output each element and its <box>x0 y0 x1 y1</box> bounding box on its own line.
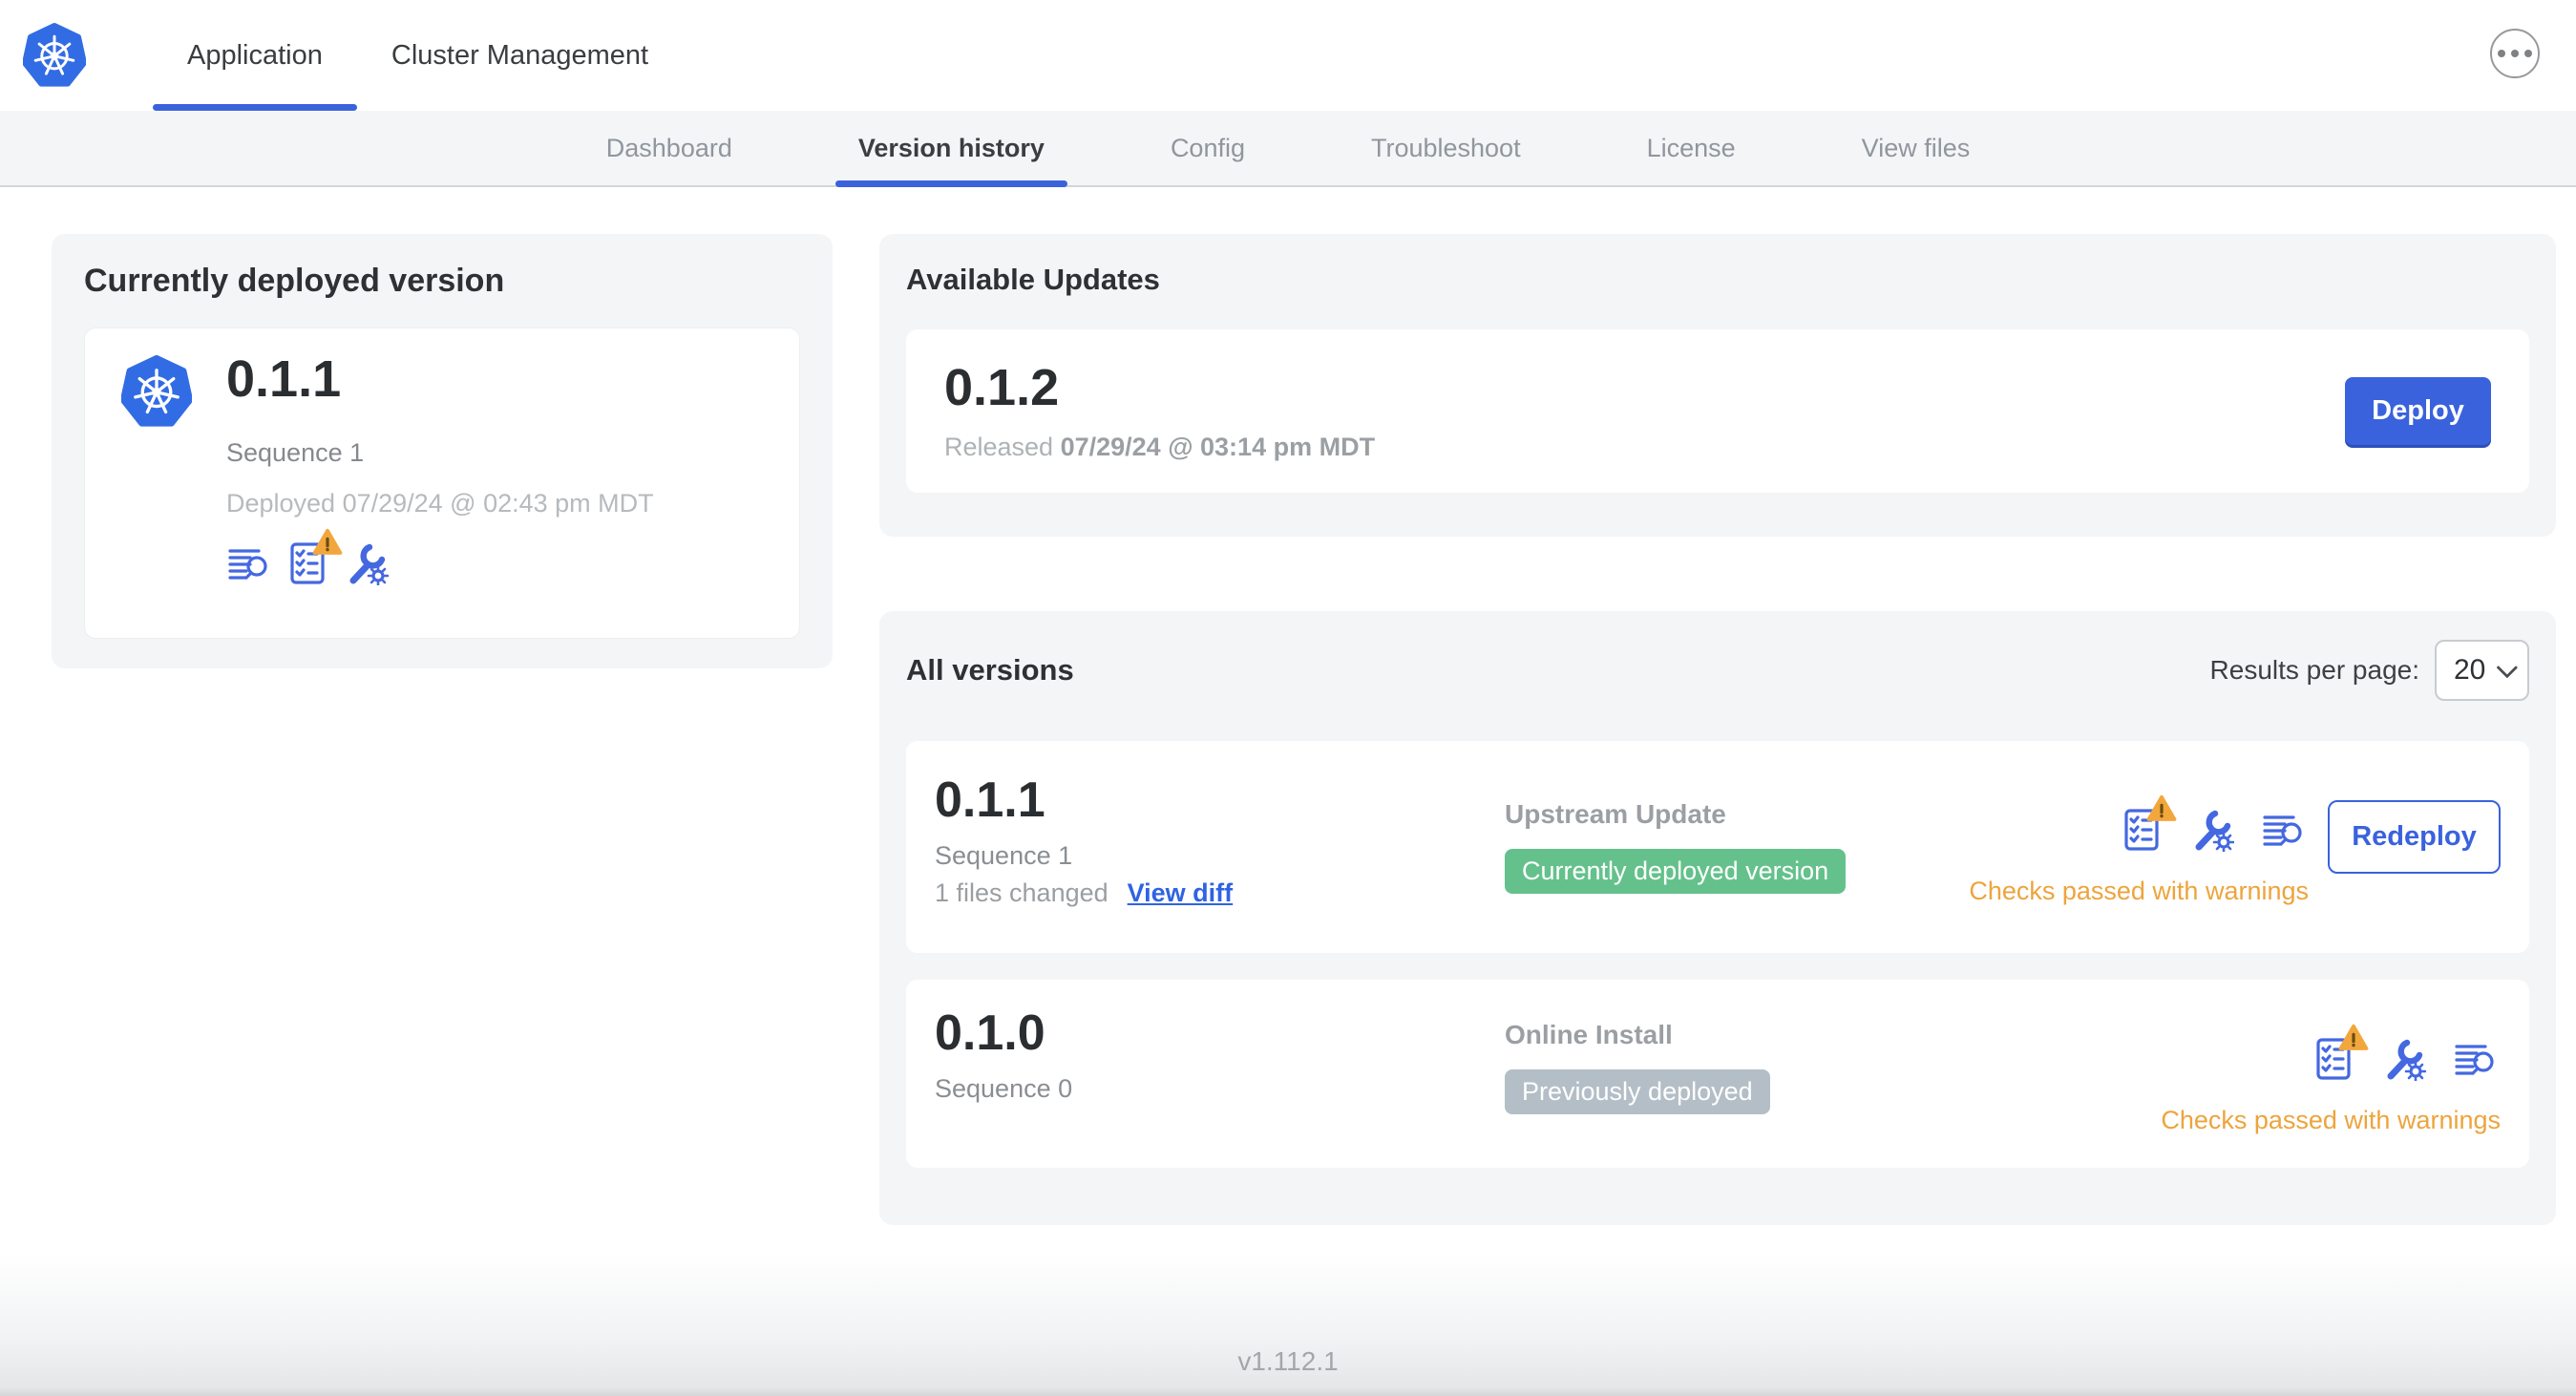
version-row-0-1-0: 0.1.0 Sequence 0 Online Install Previous… <box>906 980 2529 1168</box>
kubernetes-app-icon <box>121 354 192 427</box>
row-version-number: 0.1.1 <box>935 772 1045 828</box>
top-bar: Application Cluster Management <box>0 0 2576 111</box>
chevron-down-icon <box>2496 656 2519 679</box>
update-version-number: 0.1.2 <box>944 359 1060 417</box>
deployed-version-tile: 0.1.1 Sequence 1 Deployed 07/29/24 @ 02:… <box>84 328 800 639</box>
config-icon[interactable] <box>345 541 389 586</box>
warning-triangle-icon <box>2338 1024 2369 1050</box>
console-version: v1.112.1 <box>1237 1346 1339 1376</box>
files-changed-label: 1 files changed <box>935 878 1109 908</box>
all-versions-card: All versions Results per page: 20 0.1.1 … <box>879 611 2556 1225</box>
version-row-0-1-1: 0.1.1 Sequence 1 1 files changed View di… <box>906 741 2529 953</box>
release-notes-icon[interactable] <box>2261 808 2305 852</box>
overflow-menu-button[interactable] <box>2490 29 2540 78</box>
warning-triangle-icon <box>312 529 343 556</box>
view-diff-link[interactable]: View diff <box>1128 878 1234 908</box>
main-content: Currently deployed version 0.1.1 Sequenc… <box>0 187 2576 1225</box>
config-icon[interactable] <box>2190 808 2234 852</box>
update-released-line: Released 07/29/24 @ 03:14 pm MDT <box>944 432 1376 461</box>
preflight-checks-warning-icon[interactable] <box>2120 794 2177 852</box>
subnav-tab-dashboard[interactable]: Dashboard <box>543 111 795 185</box>
warning-triangle-icon <box>2146 794 2177 821</box>
available-updates-title: Available Updates <box>906 263 1160 296</box>
tab-application-label: Application <box>187 39 323 71</box>
row-sequence: Sequence 1 <box>935 841 1073 871</box>
deploy-button[interactable]: Deploy <box>2345 377 2491 445</box>
subnav-tab-troubleshoot[interactable]: Troubleshoot <box>1308 111 1584 185</box>
release-notes-icon[interactable] <box>2453 1037 2497 1081</box>
active-subnav-underline <box>834 180 1067 187</box>
preflight-checks-warning-icon[interactable] <box>2312 1024 2369 1081</box>
row-source-label: Online Install <box>1505 1020 1673 1049</box>
available-update-row: 0.1.2 Released 07/29/24 @ 03:14 pm MDT D… <box>906 329 2529 493</box>
active-tab-underline <box>153 104 357 111</box>
tab-cluster-management-label: Cluster Management <box>391 39 649 71</box>
results-per-page-select[interactable]: 20 <box>2435 640 2529 701</box>
release-notes-icon[interactable] <box>226 541 270 585</box>
deployed-sequence: Sequence 1 <box>226 438 365 468</box>
update-released-timestamp: 07/29/24 @ 03:14 pm MDT <box>1060 432 1376 461</box>
currently-deployed-card: Currently deployed version 0.1.1 Sequenc… <box>52 234 833 668</box>
subnav-tab-view-files[interactable]: View files <box>1799 111 2034 185</box>
status-badge: Currently deployed version <box>1505 849 1847 894</box>
preflight-checks-warning-icon[interactable] <box>285 529 343 585</box>
all-versions-title: All versions <box>906 653 1074 687</box>
kubernetes-logo-icon <box>23 23 86 87</box>
subnav-tab-license[interactable]: License <box>1584 111 1799 185</box>
app-level-tabs: Application Cluster Management <box>153 0 683 111</box>
preflight-status-text: Checks passed with warnings <box>1969 877 2309 905</box>
preflight-status-text: Checks passed with warnings <box>2161 1106 2501 1134</box>
row-version-number: 0.1.0 <box>935 1005 1045 1061</box>
subnav-tab-config[interactable]: Config <box>1108 111 1308 185</box>
redeploy-button[interactable]: Redeploy <box>2328 800 2501 874</box>
results-per-page-label: Results per page: <box>2209 655 2419 685</box>
currently-deployed-title: Currently deployed version <box>84 263 505 299</box>
tab-cluster-management[interactable]: Cluster Management <box>357 0 683 111</box>
page-footer: v1.112.1 <box>0 1253 2576 1396</box>
deployed-timestamp: Deployed 07/29/24 @ 02:43 pm MDT <box>226 489 654 518</box>
tab-application[interactable]: Application <box>153 0 357 111</box>
row-sequence: Sequence 0 <box>935 1074 1073 1104</box>
status-badge: Previously deployed <box>1505 1069 1770 1114</box>
subnav-tab-version-history[interactable]: Version history <box>795 111 1108 187</box>
ellipsis-icon <box>2498 50 2505 57</box>
config-icon[interactable] <box>2382 1037 2426 1081</box>
deployed-version-number: 0.1.1 <box>226 350 342 408</box>
app-subnav: Dashboard Version history Config Trouble… <box>0 111 2576 187</box>
row-source-label: Upstream Update <box>1505 799 1726 829</box>
available-updates-card: Available Updates 0.1.2 Released 07/29/2… <box>879 234 2556 537</box>
app-root: Application Cluster Management Dashboard… <box>0 0 2576 1396</box>
